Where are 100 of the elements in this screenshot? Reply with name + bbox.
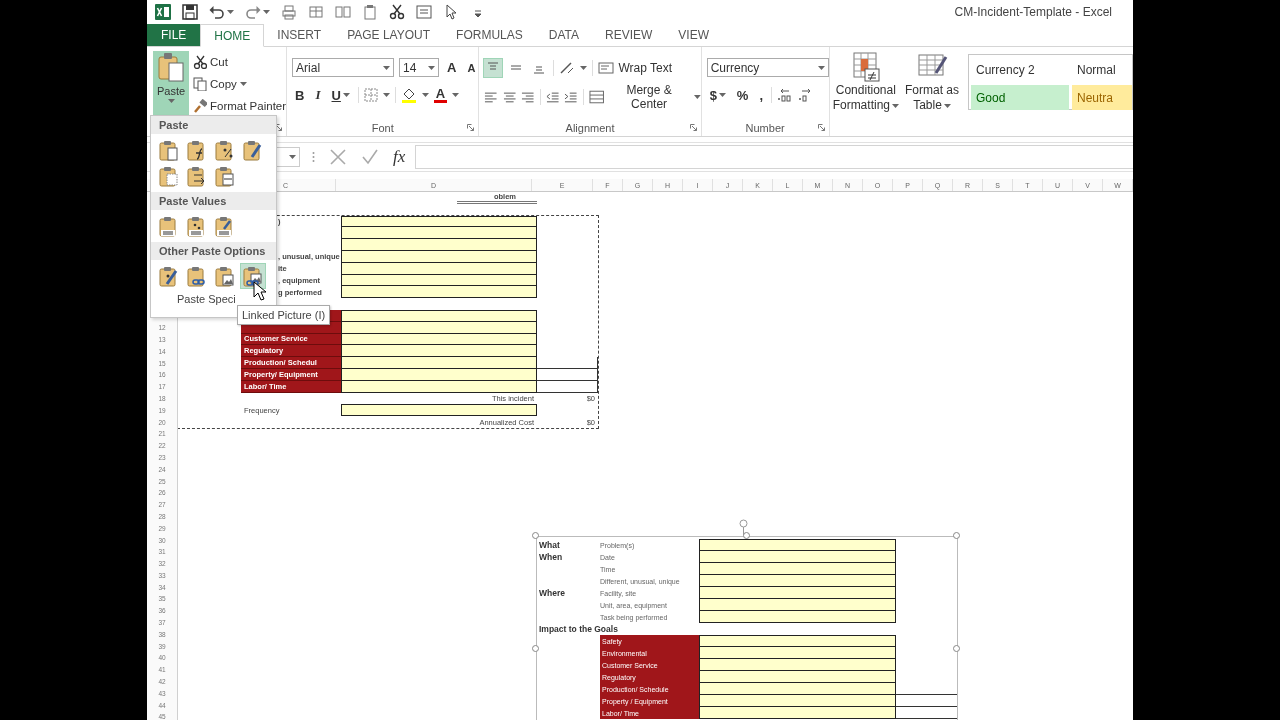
paste-option-button[interactable] (157, 138, 181, 162)
ribbon-tab[interactable]: DATA (535, 24, 592, 46)
cancel-icon[interactable] (329, 148, 347, 166)
clipboard-icon (156, 51, 186, 83)
cut-button[interactable]: Cut (193, 52, 287, 71)
increase-decimal-icon[interactable] (777, 88, 794, 102)
launcher-icon[interactable] (817, 124, 825, 131)
linked-picture[interactable] (536, 536, 958, 720)
copy-button[interactable]: Copy (193, 74, 287, 93)
cell-style-option[interactable]: Normal (1072, 57, 1132, 82)
save-icon[interactable] (182, 4, 198, 20)
resize-handle[interactable] (743, 532, 750, 539)
bold-button[interactable]: B (292, 87, 308, 103)
decrease-indent-icon[interactable] (545, 89, 560, 104)
app-icon[interactable] (155, 4, 171, 20)
undo-icon[interactable] (209, 4, 225, 20)
menu-section-heading: Paste (151, 116, 276, 134)
group-label: Where (538, 587, 566, 599)
insert-function-button[interactable]: fx (393, 147, 406, 167)
clipboard-icon[interactable] (362, 4, 378, 20)
caret-icon (428, 65, 436, 70)
number-format-field[interactable]: Currency (706, 58, 829, 77)
shrink-font-button[interactable]: A (464, 61, 479, 74)
paste-special-item[interactable]: Paste Speci (151, 292, 276, 305)
caret-icon[interactable] (421, 93, 429, 97)
italic-button[interactable]: I (312, 87, 324, 103)
paste-option-button[interactable] (157, 164, 181, 188)
align-left-icon[interactable] (484, 89, 498, 104)
group-label: Font (371, 121, 394, 134)
caret-icon (239, 81, 247, 86)
caret-icon (693, 94, 701, 99)
caret-icon (342, 93, 350, 97)
cell-style-option[interactable]: Neutra (1072, 85, 1132, 110)
redo-icon[interactable] (245, 4, 261, 20)
scissors-icon[interactable] (389, 4, 405, 20)
format-as-table-button[interactable]: Format as Table (902, 47, 962, 113)
clipboard-icon (158, 165, 180, 187)
align-right-icon[interactable] (521, 89, 535, 104)
enter-icon[interactable] (361, 148, 379, 166)
columns-icon[interactable] (335, 4, 351, 20)
menu-section-heading: Paste Values (151, 192, 276, 210)
launcher-icon[interactable] (275, 124, 283, 131)
brush-icon (193, 98, 207, 113)
ribbon-tab[interactable]: PAGE LAYOUT (334, 24, 444, 46)
clipboard-icon (242, 265, 264, 287)
rotate-handle[interactable] (739, 519, 748, 535)
wrap-text-button[interactable]: Wrap Text (598, 58, 672, 77)
launcher-icon[interactable] (467, 124, 475, 131)
paste-button[interactable]: Paste (153, 51, 189, 117)
caret-icon[interactable] (580, 65, 588, 70)
clipboard-icon (242, 139, 264, 161)
paste-option-button[interactable] (213, 164, 237, 188)
caret-icon (892, 103, 899, 108)
resize-handle[interactable] (953, 645, 960, 652)
ribbon-tab[interactable]: FORMULAS (443, 24, 536, 46)
group-label: When (538, 551, 564, 563)
merge-center-button[interactable]: Merge & Center (588, 87, 701, 106)
grow-font-button[interactable]: A (444, 60, 460, 75)
number-format-button[interactable]: , (756, 87, 767, 103)
printer-icon[interactable] (281, 4, 297, 20)
caret-icon (167, 99, 175, 103)
align-center-icon[interactable] (502, 89, 517, 104)
wrap-text-icon (598, 60, 615, 75)
caret-icon[interactable] (263, 10, 270, 14)
file-tab[interactable]: FILE (147, 24, 201, 46)
formula-field[interactable] (415, 145, 1133, 169)
paste-option-button[interactable] (241, 264, 265, 288)
font-name-field[interactable]: Arial (292, 58, 395, 77)
clipboard-icon (158, 139, 180, 161)
increase-indent-icon[interactable] (564, 89, 578, 104)
conditional-formatting-button[interactable]: Conditional Formatting (829, 47, 902, 113)
pointer-icon[interactable] (443, 4, 459, 20)
resize-handle[interactable] (532, 532, 539, 539)
launcher-icon[interactable] (689, 124, 697, 131)
font-size-field[interactable]: 14 (399, 58, 440, 77)
resize-handle[interactable] (532, 645, 539, 652)
font-color-button[interactable]: A (433, 87, 447, 103)
merge-cells-icon (588, 89, 605, 104)
caret-icon[interactable] (227, 10, 234, 14)
underline-button[interactable]: U (328, 87, 353, 103)
section-heading: Impact to the Goals (538, 623, 619, 635)
ribbon-tab[interactable]: VIEW (665, 24, 722, 46)
cell-style-option[interactable]: Currency 2 (971, 57, 1069, 82)
ribbon-tab[interactable]: HOME (200, 24, 265, 47)
number-format-button[interactable]: % (733, 87, 752, 103)
window-title: CM-Incident-Template - Excel (954, 5, 1113, 19)
paste-option-button[interactable] (213, 264, 237, 288)
cell-style-option[interactable]: Good (971, 85, 1069, 110)
caret-icon[interactable] (382, 93, 390, 97)
format-painter-button[interactable]: Format Painter (193, 96, 287, 115)
form-icon[interactable] (416, 4, 432, 20)
fill-color-icon[interactable] (400, 87, 417, 103)
number-format-button[interactable]: $ (706, 87, 729, 103)
text-angle-icon[interactable] (559, 60, 576, 75)
caret-icon[interactable] (451, 93, 459, 97)
resize-handle[interactable] (953, 532, 960, 539)
clipboard-icon (214, 265, 236, 287)
table-icon[interactable] (308, 4, 324, 20)
ribbon-tab[interactable]: INSERT (264, 24, 335, 46)
ribbon-tab[interactable]: REVIEW (592, 24, 666, 46)
